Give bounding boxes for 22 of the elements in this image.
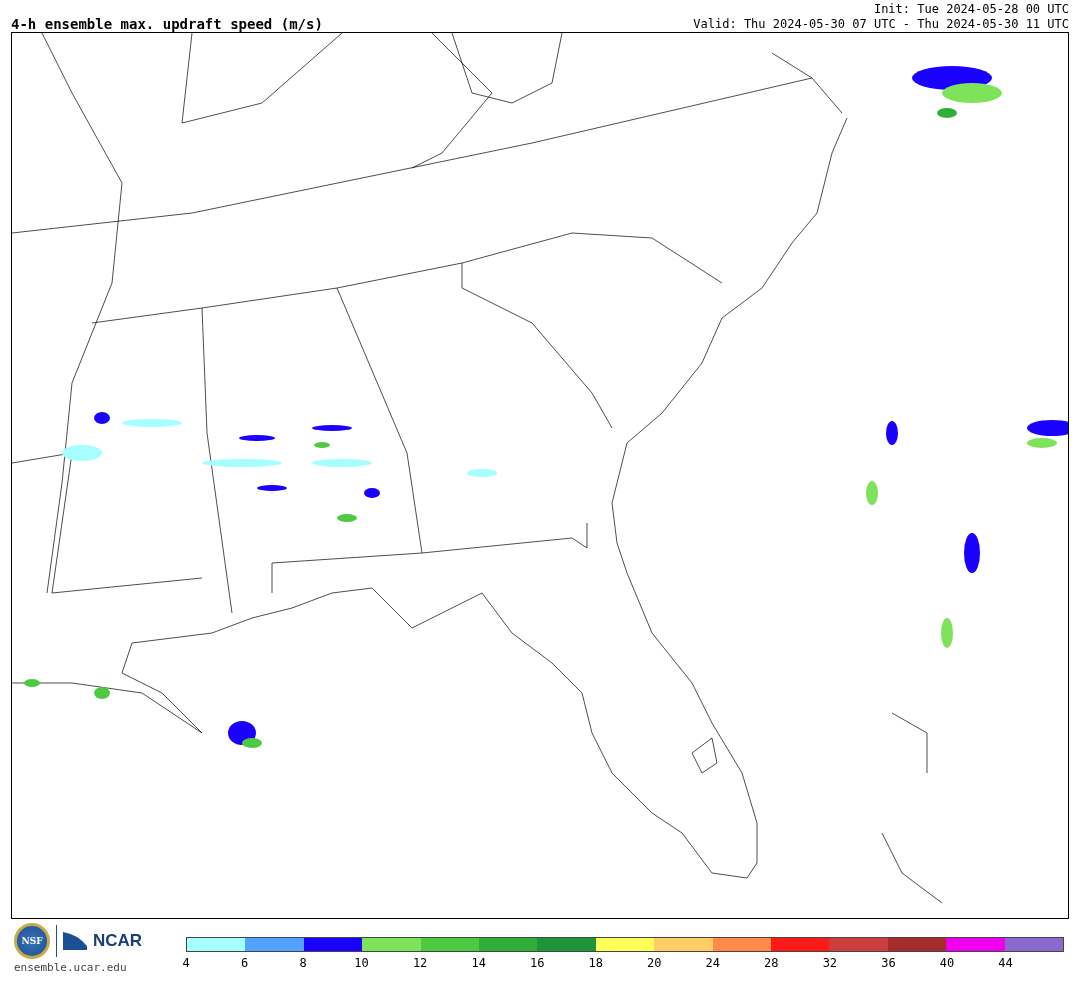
colorbar-tick-label: 8 bbox=[299, 956, 307, 970]
site-address: ensemble.ucar.edu bbox=[14, 961, 127, 974]
colorbar-tick-label: 16 bbox=[529, 956, 545, 970]
map-title: 4-h ensemble max. updraft speed (m/s) bbox=[11, 16, 323, 32]
wave-logo-icon bbox=[63, 932, 87, 950]
colorbar-tick-label: 44 bbox=[998, 956, 1013, 970]
colorbar-tick-label: 36 bbox=[881, 956, 896, 970]
colorbar-tick-label: 24 bbox=[705, 956, 720, 970]
colorbar-tick-label: 28 bbox=[764, 956, 779, 970]
colorbar-tick-label: 20 bbox=[647, 956, 662, 970]
colorbar-tick-label: 12 bbox=[412, 956, 428, 970]
colorbar-tick-label: 18 bbox=[588, 956, 603, 970]
valid-time: Valid: Thu 2024-05-30 07 UTC - Thu 2024-05-30 11 UTC bbox=[693, 17, 1069, 32]
colorbar-tick-label: 14 bbox=[471, 956, 486, 970]
logo-wordmark: NCAR bbox=[93, 931, 143, 951]
colorbar-tick-label: 32 bbox=[822, 956, 838, 970]
colorbar-tick-label: 40 bbox=[939, 956, 955, 970]
init-time: Init: Tue 2024-05-28 00 UTC bbox=[873, 2, 1069, 17]
colorbar-tick-label: 4 bbox=[182, 956, 190, 970]
colorbar-tick-label: 10 bbox=[354, 956, 369, 970]
seal-logo: NSF bbox=[14, 923, 50, 959]
colorbar-tick-label: 6 bbox=[240, 956, 249, 970]
